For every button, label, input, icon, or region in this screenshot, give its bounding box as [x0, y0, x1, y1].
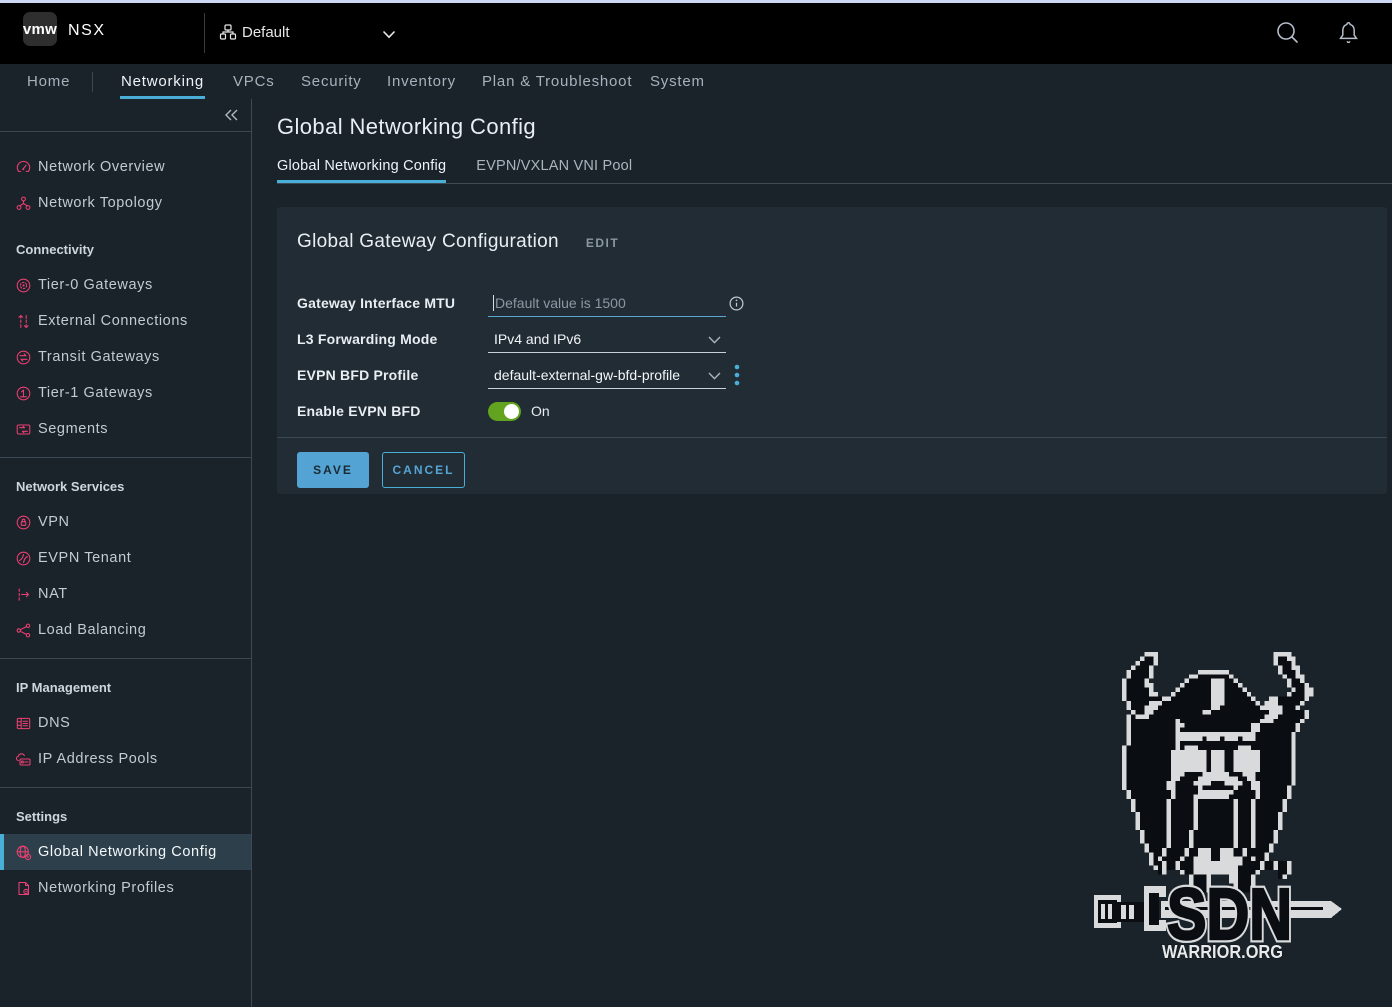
svg-text:WARRIOR.ORG: WARRIOR.ORG	[1162, 942, 1283, 962]
